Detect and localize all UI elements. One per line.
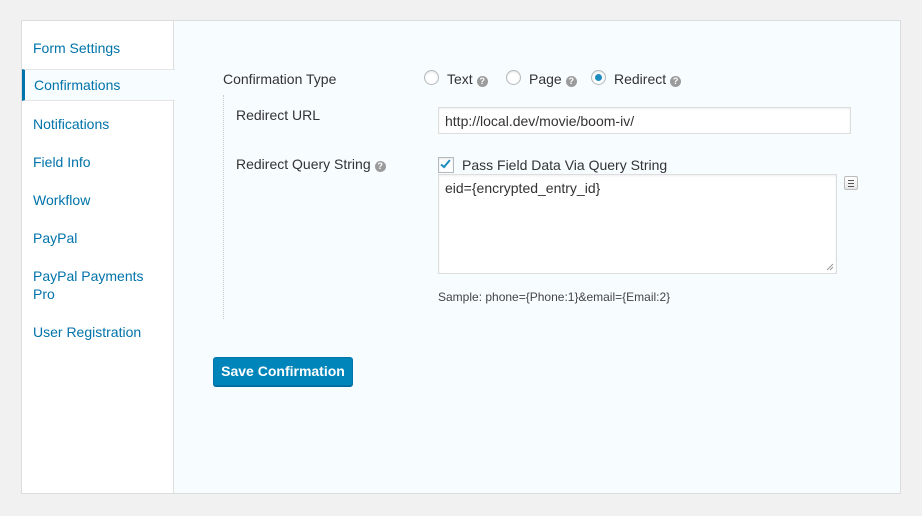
confirmation-type-label: Confirmation Type — [223, 71, 337, 87]
help-icon[interactable]: ? — [670, 76, 682, 87]
section-divider — [223, 95, 224, 319]
sidebar-item-paypal-payments-pro[interactable]: PayPal Payments Pro — [22, 267, 162, 303]
pass-field-data-checkbox[interactable] — [438, 157, 454, 173]
sidebar-item-notifications[interactable]: Notifications — [22, 115, 173, 133]
sidebar-item-workflow[interactable]: Workflow — [22, 191, 173, 209]
settings-sidebar: Form Settings Confirmations Notification… — [22, 21, 175, 493]
redirect-query-string-label: Redirect Query String? — [236, 155, 386, 173]
radio-page[interactable] — [506, 70, 521, 85]
merge-tag-selector-icon[interactable] — [844, 176, 858, 190]
redirect-url-input[interactable] — [438, 107, 851, 134]
sidebar-item-user-registration[interactable]: User Registration — [22, 323, 173, 341]
sample-query-string-hint: Sample: phone={Phone:1}&email={Email:2} — [438, 290, 671, 304]
save-confirmation-button[interactable]: Save Confirmation — [213, 357, 353, 386]
sidebar-item-form-settings[interactable]: Form Settings — [22, 39, 173, 57]
redirect-url-label: Redirect URL — [236, 107, 321, 123]
radio-page-label[interactable]: Page? — [529, 70, 577, 88]
query-string-textarea[interactable]: eid={encrypted_entry_id} — [438, 174, 837, 274]
help-icon[interactable]: ? — [476, 76, 488, 87]
help-icon[interactable]: ? — [565, 76, 577, 87]
radio-redirect-label[interactable]: Redirect? — [614, 70, 682, 88]
resize-handle-icon[interactable] — [826, 263, 834, 271]
sidebar-item-paypal[interactable]: PayPal — [22, 229, 173, 247]
radio-text-label[interactable]: Text? — [447, 70, 488, 88]
help-icon[interactable]: ? — [374, 161, 386, 172]
confirmation-settings-panel: Form Settings Confirmations Notification… — [21, 20, 901, 494]
query-string-value: eid={encrypted_entry_id} — [445, 180, 601, 196]
sidebar-item-field-info[interactable]: Field Info — [22, 153, 173, 171]
pass-field-data-label[interactable]: Pass Field Data Via Query String — [462, 156, 667, 174]
radio-text[interactable] — [424, 70, 439, 85]
check-icon — [440, 157, 451, 169]
radio-redirect[interactable] — [591, 70, 606, 85]
sidebar-item-confirmations[interactable]: Confirmations — [22, 69, 175, 101]
